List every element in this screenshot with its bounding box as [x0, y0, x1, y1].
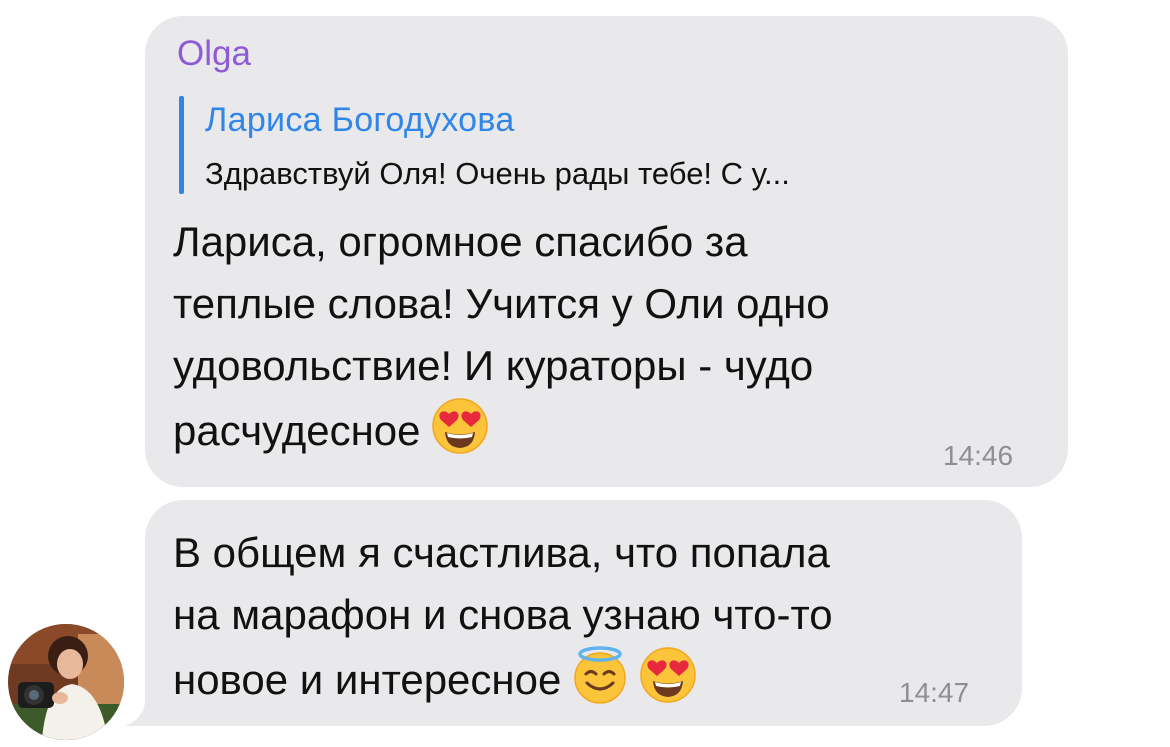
message-timestamp: 14:47	[899, 677, 970, 708]
message-timestamp: 14:46	[943, 440, 1014, 471]
message-line: на марафон и снова узнаю что-то	[173, 591, 833, 638]
heart-eyes-emoji	[639, 646, 697, 704]
reply-preview-text[interactable]: Здравствуй Оля! Очень рады тебе! С у...	[205, 154, 790, 194]
halo-smile-emoji	[571, 646, 629, 704]
heart-eyes-emoji	[431, 397, 489, 455]
reply-accent-bar	[179, 96, 184, 194]
message-line-last: расчудесное	[173, 397, 830, 459]
avatar[interactable]	[8, 624, 124, 740]
sender-name[interactable]: Olga	[177, 34, 251, 74]
reply-author[interactable]: Лариса Богодухова	[205, 100, 515, 140]
message-line: В общем я счастлива, что попала	[173, 529, 830, 576]
message-text: Лариса, огромное спасибо за теплые слова…	[173, 211, 830, 459]
bubble-tail	[124, 692, 168, 726]
message-line: Лариса, огромное спасибо за	[173, 218, 748, 265]
message-line: теплые слова! Учится у Оли одно	[173, 280, 830, 327]
message-text: В общем я счастлива, что попала на мараф…	[173, 522, 833, 708]
message-line: удовольствие! И кураторы - чудо	[173, 342, 814, 389]
message-line-last: новое и интересное	[173, 646, 833, 708]
